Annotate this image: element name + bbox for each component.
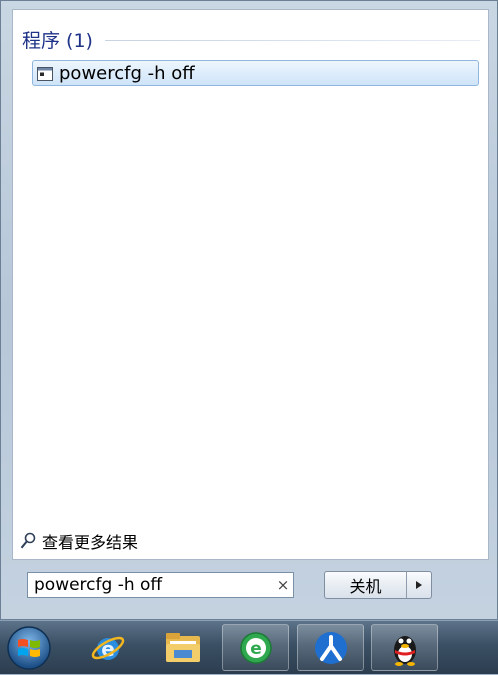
renren-icon [314, 631, 347, 664]
result-item-powercfg[interactable]: powercfg -h off [32, 60, 479, 86]
svg-text:e: e [250, 639, 262, 659]
green-e-browser-icon: e [239, 631, 272, 664]
search-icon [20, 532, 36, 550]
result-item-label: powercfg -h off [59, 62, 195, 84]
programs-section-header: 程序 (1) [22, 26, 480, 52]
taskbar-qq[interactable] [371, 624, 438, 671]
taskbar-file-explorer[interactable] [149, 624, 216, 671]
taskbar-internet-explorer[interactable]: e [74, 624, 141, 671]
shutdown-button[interactable]: 关机 [325, 572, 406, 598]
programs-section-title: 程序 (1) [22, 29, 93, 52]
windows-logo-icon [7, 626, 51, 670]
section-divider [104, 40, 480, 41]
shutdown-options-button[interactable] [406, 572, 431, 598]
taskbar-green-browser[interactable]: e [222, 624, 289, 671]
clear-search-icon[interactable]: × [273, 576, 293, 594]
folder-icon [165, 632, 200, 662]
search-results-panel: 程序 (1) powercfg -h off 查看更多结果 [12, 9, 489, 560]
console-window-icon [37, 66, 53, 81]
chevron-right-icon [416, 581, 422, 589]
see-more-results-label: 查看更多结果 [42, 533, 139, 552]
qq-penguin-icon [393, 635, 416, 666]
start-button[interactable] [6, 625, 52, 671]
taskbar: e e [0, 620, 498, 674]
start-menu: 程序 (1) powercfg -h off 查看更多结果 powercfg -… [0, 0, 498, 620]
taskbar-renren[interactable] [297, 624, 364, 671]
search-input[interactable] [28, 574, 273, 596]
see-more-results-link[interactable]: 查看更多结果 [20, 529, 138, 553]
shutdown-control: 关机 [324, 571, 432, 599]
search-box: × [27, 572, 294, 598]
internet-explorer-icon: e [91, 636, 124, 661]
